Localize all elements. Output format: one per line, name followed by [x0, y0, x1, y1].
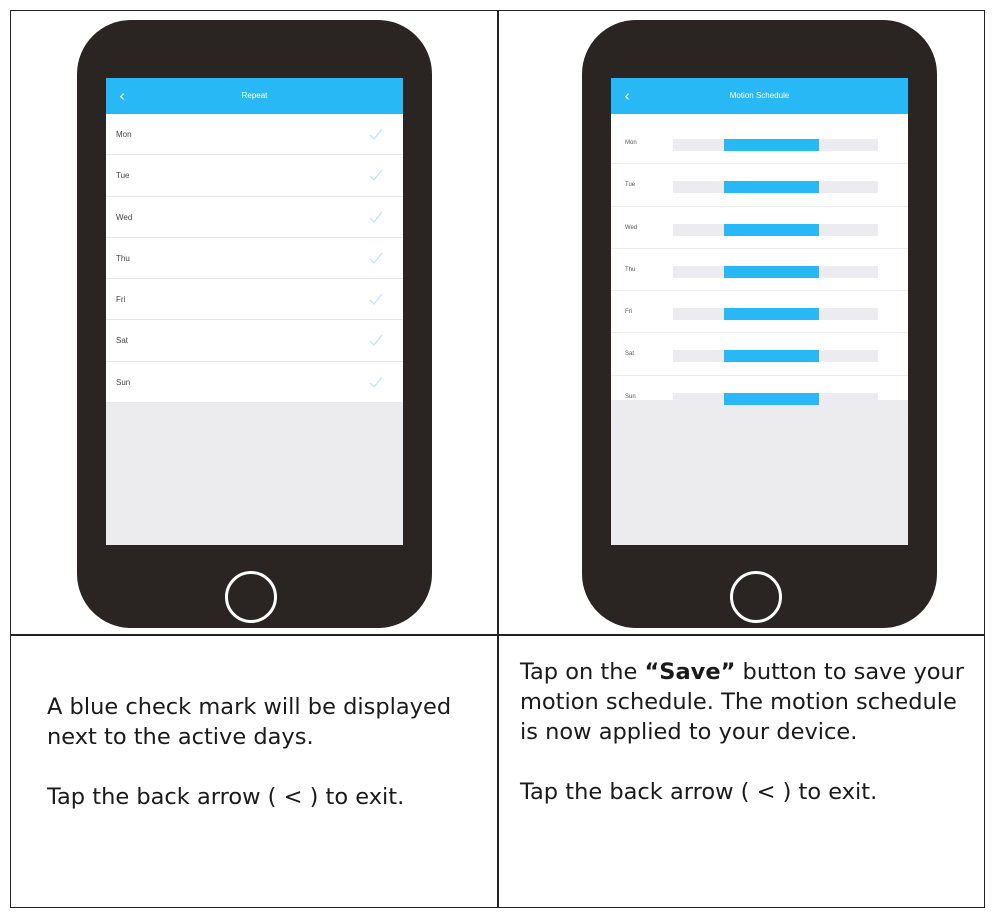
day-label: Mon: [116, 130, 132, 139]
save-label: “Save”: [644, 659, 736, 685]
check-icon: [369, 335, 383, 347]
screen-title: Motion Schedule: [729, 91, 790, 100]
schedule-track[interactable]: [673, 308, 878, 321]
day-label: Thu: [116, 253, 130, 263]
left-instructions: A blue check mark will be displayed next…: [47, 692, 477, 812]
schedule-track[interactable]: [673, 139, 878, 151]
schedule-list: Mon Tue Wed Thu Fri Sat Sun: [611, 114, 908, 419]
day-row-wed[interactable]: Wed: [106, 197, 403, 238]
schedule-active-range: [724, 139, 819, 151]
day-label: Sat: [116, 336, 129, 346]
schedule-active-range: [724, 181, 819, 194]
day-label: Fri: [625, 309, 632, 316]
schedule-track[interactable]: [673, 350, 878, 363]
day-label: Wed: [116, 212, 133, 222]
schedule-active-range: [724, 308, 819, 321]
schedule-active-range: [724, 265, 819, 278]
save-instruction: Tap on the “Save” button to save your mo…: [520, 657, 975, 747]
day-label: Thu: [625, 266, 636, 273]
home-button[interactable]: [225, 571, 277, 623]
day-label: Fri: [116, 295, 126, 305]
app-header: ‹ Motion Schedule: [611, 78, 908, 114]
back-arrow-instruction: Tap the back arrow ( < ) to exit.: [47, 784, 405, 810]
row-divider: [10, 634, 985, 636]
right-instructions: Tap on the “Save” button to save your mo…: [520, 657, 975, 807]
day-label: Sat: [625, 351, 635, 358]
check-icon: [369, 211, 383, 223]
schedule-row-mon[interactable]: Mon: [611, 122, 908, 165]
day-row-tue[interactable]: Tue: [106, 155, 403, 197]
schedule-track[interactable]: [673, 392, 878, 405]
schedule-row-sat[interactable]: Sat: [611, 333, 908, 376]
schedule-row-wed[interactable]: Wed: [611, 207, 908, 249]
phone-mockup-motion-schedule: ‹ Motion Schedule Mon Tue Wed Thu Fri Sa…: [582, 20, 937, 628]
screen-title: Repeat: [241, 91, 268, 100]
check-icon: [369, 293, 383, 306]
schedule-track[interactable]: [673, 223, 878, 236]
phone-screen: ‹ Motion Schedule Mon Tue Wed Thu Fri Sa…: [611, 78, 908, 545]
day-row-thu[interactable]: Thu: [106, 238, 403, 280]
schedule-track[interactable]: [673, 265, 878, 278]
schedule-row-fri[interactable]: Fri: [611, 291, 908, 334]
schedule-row-tue[interactable]: Tue: [611, 164, 908, 207]
day-label: Mon: [625, 140, 637, 146]
day-label: Tue: [116, 171, 130, 181]
save-instruction-prefix: Tap on the: [520, 659, 645, 685]
back-arrow-instruction: Tap the back arrow ( < ) to exit.: [520, 779, 878, 805]
day-label: Sun: [625, 393, 636, 400]
home-button[interactable]: [730, 571, 782, 623]
phone-screen: ‹ Repeat Mon Tue Wed Thu Fri Sat Sun: [106, 78, 403, 545]
schedule-row-thu[interactable]: Thu: [611, 249, 908, 292]
check-mark-instruction: A blue check mark will be displayed next…: [47, 694, 452, 750]
phone-mockup-repeat: ‹ Repeat Mon Tue Wed Thu Fri Sat Sun: [77, 20, 432, 628]
schedule-active-range: [724, 223, 819, 236]
day-row-sun[interactable]: Sun: [106, 362, 403, 404]
schedule-row-sun[interactable]: Sun: [611, 376, 908, 419]
day-label: Sun: [116, 377, 131, 387]
day-label: Wed: [625, 224, 638, 231]
check-icon: [369, 128, 383, 140]
check-icon: [369, 252, 383, 264]
day-list: Mon Tue Wed Thu Fri Sat Sun: [106, 114, 403, 404]
day-row-fri[interactable]: Fri: [106, 279, 403, 321]
schedule-active-range: [724, 392, 819, 405]
day-row-sat[interactable]: Sat: [106, 320, 403, 362]
app-header: ‹ Repeat: [106, 78, 403, 114]
schedule-track[interactable]: [673, 181, 878, 194]
day-row-mon[interactable]: Mon: [106, 114, 403, 156]
check-icon: [369, 376, 383, 388]
check-icon: [369, 169, 383, 182]
schedule-active-range: [724, 350, 819, 363]
day-label: Tue: [625, 182, 636, 189]
column-divider: [497, 10, 499, 908]
